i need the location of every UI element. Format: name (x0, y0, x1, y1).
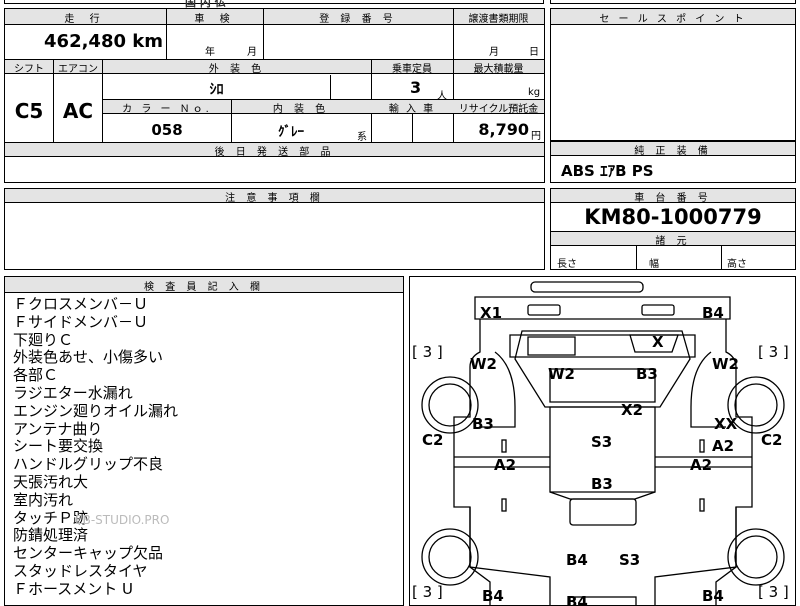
mark-roof-front: X2 (621, 401, 644, 419)
exterior-color-header: 外 装 色 (208, 64, 266, 75)
tire-mark-rear-right: [ 3 ] (758, 583, 789, 601)
recycle-unit: 円 (531, 131, 541, 142)
inspector-note-line: 各部Ｃ (13, 366, 59, 385)
mark-pillar-right: A2 (690, 456, 713, 474)
inspector-note-line: スタッドレスタイヤ (13, 562, 148, 580)
inspector-note-line: 防錆処理済 (13, 526, 89, 545)
inspector-note-line: 室内汚れ (13, 490, 74, 509)
mark-bottom-right: B4 (702, 587, 724, 605)
transfer-deadline-header: 譲渡書類期限 (468, 14, 529, 25)
chassis-header: 車 台 番 号 (634, 193, 712, 204)
inspector-notes-box: 検 査 員 記 入 欄 Ｆクロスメンバ－Ｕ Ｆサイドメンバ－Ｕ 下廻りＣ 外装色あせ、… (4, 276, 404, 606)
sales-point-box: セ ー ル ス ポ イ ン ト (550, 8, 796, 141)
caution-header: 注 意 事 項 欄 (225, 193, 324, 204)
registration-header: 登 録 番 号 (319, 14, 397, 25)
mark-rear-deck: B3 (591, 475, 613, 493)
spec-width-label: 幅 (649, 259, 659, 270)
tire-mark-front-right: [ 3 ] (758, 343, 789, 361)
mark-front-fender-left: W2 (470, 355, 497, 373)
inspector-note-line: Ｆホースメント U (13, 579, 133, 598)
inspector-note-line: シート要交換 (13, 437, 104, 456)
oem-equipment-box: 純 正 装 備 ABS ｴｱB PS (550, 141, 796, 183)
tire-mark-front-left: [ 3 ] (412, 343, 443, 361)
later-parts-header: 後 日 発 送 部 品 (214, 147, 335, 158)
shaken-year-unit: 年 (205, 47, 215, 58)
inspector-note-line: Ｆサイドメンバ－Ｕ (13, 312, 149, 331)
max-load-header: 最大積載量 (473, 64, 524, 75)
inspector-note-line: 外装色あせ、小傷多い (13, 348, 164, 367)
inspector-note-line: ラジエター水漏れ (13, 384, 133, 402)
mark-door-right-2: A2 (712, 437, 735, 455)
inspector-note-line: 下廻りＣ (13, 330, 74, 349)
color-no-value: 058 (151, 121, 183, 139)
top-strip-right (550, 0, 796, 4)
mark-rear-center: S3 (619, 551, 641, 569)
mark-rear-left: B4 (566, 551, 588, 569)
transfer-day-unit: 日 (529, 47, 539, 58)
watermark: EB-STUDIO.PRO (75, 513, 170, 527)
mark-hood-left: W2 (548, 365, 575, 383)
mark-roof: S3 (591, 433, 613, 451)
spec-height-label: 高さ (727, 259, 747, 270)
shift-header: シフト (14, 64, 44, 75)
interior-color-header: 内 装 色 (272, 104, 330, 115)
shift-value: C5 (14, 99, 44, 123)
transfer-month-unit: 月 (489, 47, 499, 58)
capacity-value: 3 (410, 78, 422, 97)
mark-pillar-left: A2 (494, 456, 517, 474)
mark-front-left: X1 (480, 304, 503, 322)
mileage-header: 走 行 (64, 14, 106, 25)
inspector-note-line: アンテナ曲り (13, 419, 103, 438)
interior-color-suffix: 系 (357, 132, 367, 143)
exterior-color-value: ｼﾛ (209, 82, 224, 98)
inspector-note-line: 天張汚れ大 (13, 473, 89, 491)
recycle-value: 8,790 (478, 120, 529, 139)
mark-front-fender-right: W2 (712, 355, 739, 373)
mark-bottom-left: B4 (482, 587, 504, 605)
chassis-number-value: KM80-1000779 (584, 205, 762, 229)
mark-side-right: C2 (761, 431, 783, 449)
shaken-month-unit: 月 (247, 47, 257, 58)
mark-hood-right: B3 (636, 365, 658, 383)
spec-length-label: 長さ (557, 259, 577, 270)
vehicle-info-table: 走 行 車 検 登 録 番 号 譲渡書類期限 462,480 km 年 月 月 … (4, 8, 545, 183)
color-no-header: カ ラ ー Ｎｏ. (122, 104, 212, 115)
mark-side-left: C2 (422, 431, 444, 449)
aircon-value: AC (62, 99, 94, 123)
chassis-box: 車 台 番 号 KM80-1000779 諸 元 長さ 幅 高さ (550, 188, 796, 270)
mark-front-right: B4 (702, 304, 724, 322)
inspector-note-line: ハンドルグリップ不良 (13, 455, 164, 474)
specs-header: 諸 元 (655, 236, 691, 247)
interior-color-value: ｸﾞﾚｰ (278, 125, 304, 140)
import-car-header: 輸 入 車 (388, 104, 436, 115)
mark-door-left: B3 (472, 415, 494, 433)
tire-mark-rear-left: [ 3 ] (412, 583, 443, 601)
mileage-value: 462,480 km (44, 31, 163, 52)
mark-door-right-1: XX (714, 415, 738, 433)
shaken-header: 車 検 (194, 14, 236, 25)
capacity-header: 乗車定員 (392, 64, 432, 75)
mark-windshield: X (652, 333, 664, 351)
aircon-header: エアコン (58, 64, 98, 75)
recycle-header: リサイクル預託金 (458, 104, 539, 115)
top-strip (4, 0, 544, 4)
inspector-note-line: センターキャップ欠品 (13, 544, 164, 563)
oem-equipment-value: ABS ｴｱB PS (561, 162, 654, 180)
caution-box: 注 意 事 項 欄 (4, 188, 545, 270)
inspector-note-line: エンジン廻りオイル漏れ (13, 401, 179, 420)
oem-equipment-header: 純 正 装 備 (634, 146, 712, 157)
vehicle-damage-diagram: [ 3 ] [ 3 ] [ 3 ] [ 3 ] X1 B4 X W2 W2 W2… (409, 276, 796, 606)
sales-point-header: セ ー ル ス ポ イ ン ト (599, 14, 747, 25)
inspector-note-line: Ｆクロスメンバ－Ｕ (13, 295, 149, 313)
inspector-notes-header: 検 査 員 記 入 欄 (144, 282, 264, 293)
max-load-unit: kg (528, 87, 541, 98)
